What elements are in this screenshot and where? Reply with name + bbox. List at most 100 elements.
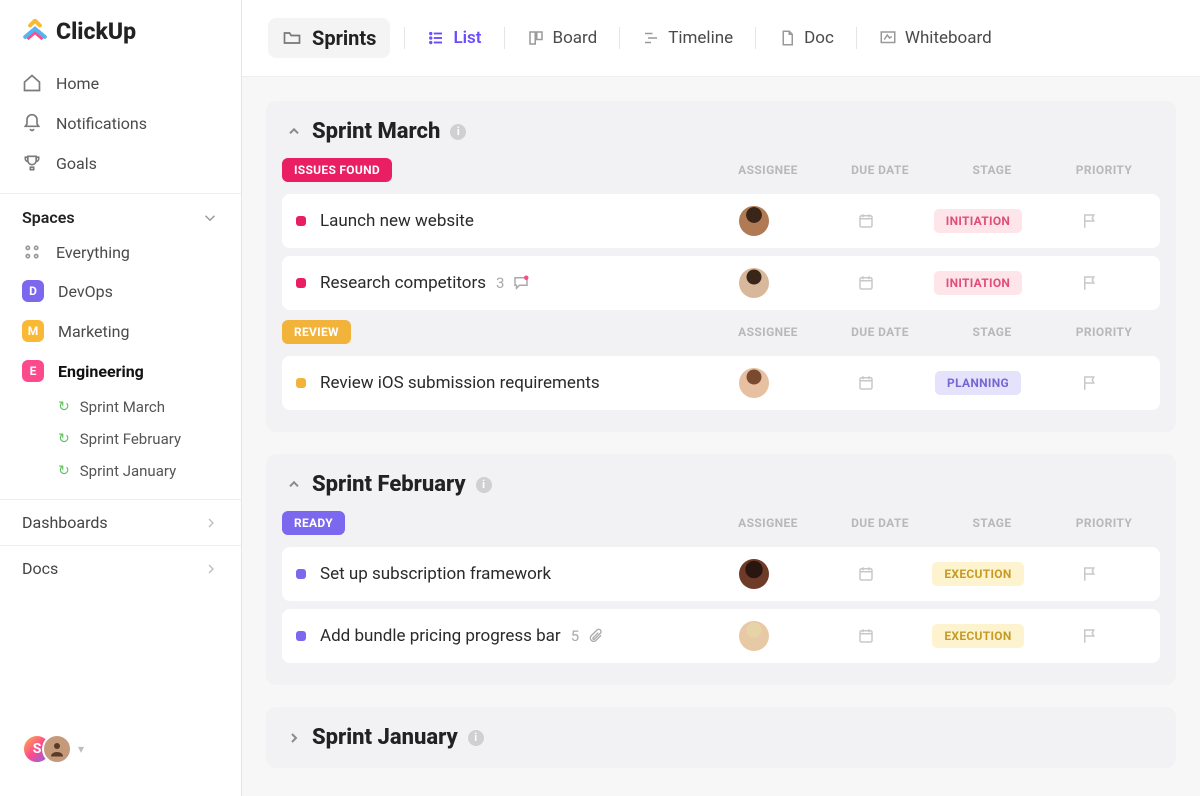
space-label: Engineering	[58, 362, 144, 381]
collapse-toggle[interactable]	[286, 477, 302, 493]
caret-down-icon[interactable]: ▾	[78, 742, 84, 756]
sprint-title: Sprint January	[312, 725, 458, 750]
sidebar-list-sprint-february[interactable]: ↻ Sprint February	[0, 423, 241, 455]
view-label: Board	[553, 28, 598, 48]
col-stage: STAGE	[936, 325, 1048, 339]
task-title: Add bundle pricing progress bar	[320, 626, 561, 646]
assignee-avatar[interactable]	[739, 268, 769, 298]
nav-label: Goals	[56, 154, 97, 173]
main: Sprints List Board Time	[242, 0, 1200, 796]
sidebar-list-sprint-march[interactable]: ↻ Sprint March	[0, 391, 241, 423]
column-headers: ASSIGNEE DUE DATE STAGE PRIORITY	[712, 163, 1160, 177]
status-group: ISSUES FOUND ASSIGNEE DUE DATE STAGE PRI…	[282, 158, 1160, 310]
bell-icon	[22, 113, 42, 133]
view-tab-list[interactable]: List	[419, 22, 489, 54]
due-date-cell[interactable]	[857, 212, 875, 230]
list-label: Sprint February	[80, 430, 181, 448]
list-icon	[427, 29, 445, 47]
view-label: Whiteboard	[905, 28, 992, 48]
sidebar-list-sprint-january[interactable]: ↻ Sprint January	[0, 455, 241, 487]
view-tab-doc[interactable]: Doc	[770, 22, 842, 54]
priority-cell[interactable]	[1081, 274, 1099, 292]
task-row[interactable]: Set up subscription framework EXECUTION	[282, 547, 1160, 601]
folder-icon	[282, 28, 302, 48]
view-tab-whiteboard[interactable]: Whiteboard	[871, 22, 1000, 54]
grid-icon	[22, 242, 42, 262]
col-assignee: ASSIGNEE	[712, 516, 824, 530]
col-assignee: ASSIGNEE	[712, 163, 824, 177]
space-devops[interactable]: D DevOps	[0, 271, 241, 311]
space-badge: D	[22, 280, 44, 302]
stage-badge[interactable]: INITIATION	[934, 209, 1022, 233]
priority-cell[interactable]	[1081, 565, 1099, 583]
view-label: List	[453, 28, 481, 48]
info-icon[interactable]: i	[450, 124, 466, 140]
menu-label: Dashboards	[22, 513, 108, 532]
info-icon[interactable]: i	[476, 477, 492, 493]
stage-badge[interactable]: PLANNING	[935, 371, 1021, 395]
task-attachments[interactable]: 5	[571, 627, 603, 645]
space-engineering[interactable]: E Engineering	[0, 351, 241, 391]
status-pill[interactable]: REVIEW	[282, 320, 351, 344]
view-tab-timeline[interactable]: Timeline	[634, 22, 741, 54]
sprint-icon: ↻	[58, 431, 70, 447]
sidebar: ClickUp Home Notifications Goals Spaces	[0, 0, 242, 796]
task-row[interactable]: Review iOS submission requirements PLANN…	[282, 356, 1160, 410]
status-pill[interactable]: ISSUES FOUND	[282, 158, 392, 182]
view-tab-board[interactable]: Board	[519, 22, 606, 54]
status-dot	[296, 569, 306, 579]
space-everything[interactable]: Everything	[0, 233, 241, 271]
col-assignee: ASSIGNEE	[712, 325, 824, 339]
space-label: Everything	[56, 243, 130, 262]
brand-logo[interactable]: ClickUp	[0, 18, 241, 63]
due-date-cell[interactable]	[857, 274, 875, 292]
sprint-icon: ↻	[58, 463, 70, 479]
space-label: DevOps	[58, 282, 113, 301]
priority-cell[interactable]	[1081, 627, 1099, 645]
assignee-avatar[interactable]	[739, 368, 769, 398]
task-row[interactable]: Launch new website INITIATION	[282, 194, 1160, 248]
status-dot	[296, 378, 306, 388]
assignee-avatar[interactable]	[739, 206, 769, 236]
spaces-header[interactable]: Spaces	[0, 193, 241, 233]
nav-dashboards[interactable]: Dashboards	[0, 499, 241, 545]
status-pill[interactable]: READY	[282, 511, 345, 535]
nav-goals[interactable]: Goals	[0, 143, 241, 183]
assignee-avatar[interactable]	[739, 559, 769, 589]
info-icon[interactable]: i	[468, 730, 484, 746]
view-label: Timeline	[668, 28, 733, 48]
due-date-cell[interactable]	[857, 627, 875, 645]
sprint-title: Sprint February	[312, 472, 466, 497]
priority-cell[interactable]	[1081, 212, 1099, 230]
task-title: Review iOS submission requirements	[320, 373, 600, 393]
workspace-switcher[interactable]: S	[22, 734, 72, 764]
nav-notifications[interactable]: Notifications	[0, 103, 241, 143]
task-row[interactable]: Add bundle pricing progress bar 5 EXECUT…	[282, 609, 1160, 663]
divider	[404, 27, 405, 49]
list-label: Sprint March	[80, 398, 165, 416]
space-marketing[interactable]: M Marketing	[0, 311, 241, 351]
nav-home[interactable]: Home	[0, 63, 241, 103]
collapse-toggle[interactable]	[286, 124, 302, 140]
stage-badge[interactable]: EXECUTION	[932, 624, 1023, 648]
folder-chip[interactable]: Sprints	[268, 18, 390, 58]
task-row[interactable]: Research competitors 3 INITIATION	[282, 256, 1160, 310]
trophy-icon	[22, 153, 42, 173]
priority-cell[interactable]	[1081, 374, 1099, 392]
due-date-cell[interactable]	[857, 374, 875, 392]
col-duedate: DUE DATE	[824, 325, 936, 339]
task-comments[interactable]: 3	[496, 274, 530, 292]
assignee-avatar[interactable]	[739, 621, 769, 651]
due-date-cell[interactable]	[857, 565, 875, 583]
stage-badge[interactable]: EXECUTION	[932, 562, 1023, 586]
brand-name: ClickUp	[56, 18, 136, 45]
divider	[619, 27, 620, 49]
collapse-toggle[interactable]	[286, 730, 302, 746]
nav-docs[interactable]: Docs	[0, 545, 241, 591]
space-badge: E	[22, 360, 44, 382]
stage-badge[interactable]: INITIATION	[934, 271, 1022, 295]
col-priority: PRIORITY	[1048, 516, 1160, 530]
status-group: READY ASSIGNEE DUE DATE STAGE PRIORITY S…	[282, 511, 1160, 663]
home-icon	[22, 73, 42, 93]
sprint-card: Sprint January i	[266, 707, 1176, 768]
